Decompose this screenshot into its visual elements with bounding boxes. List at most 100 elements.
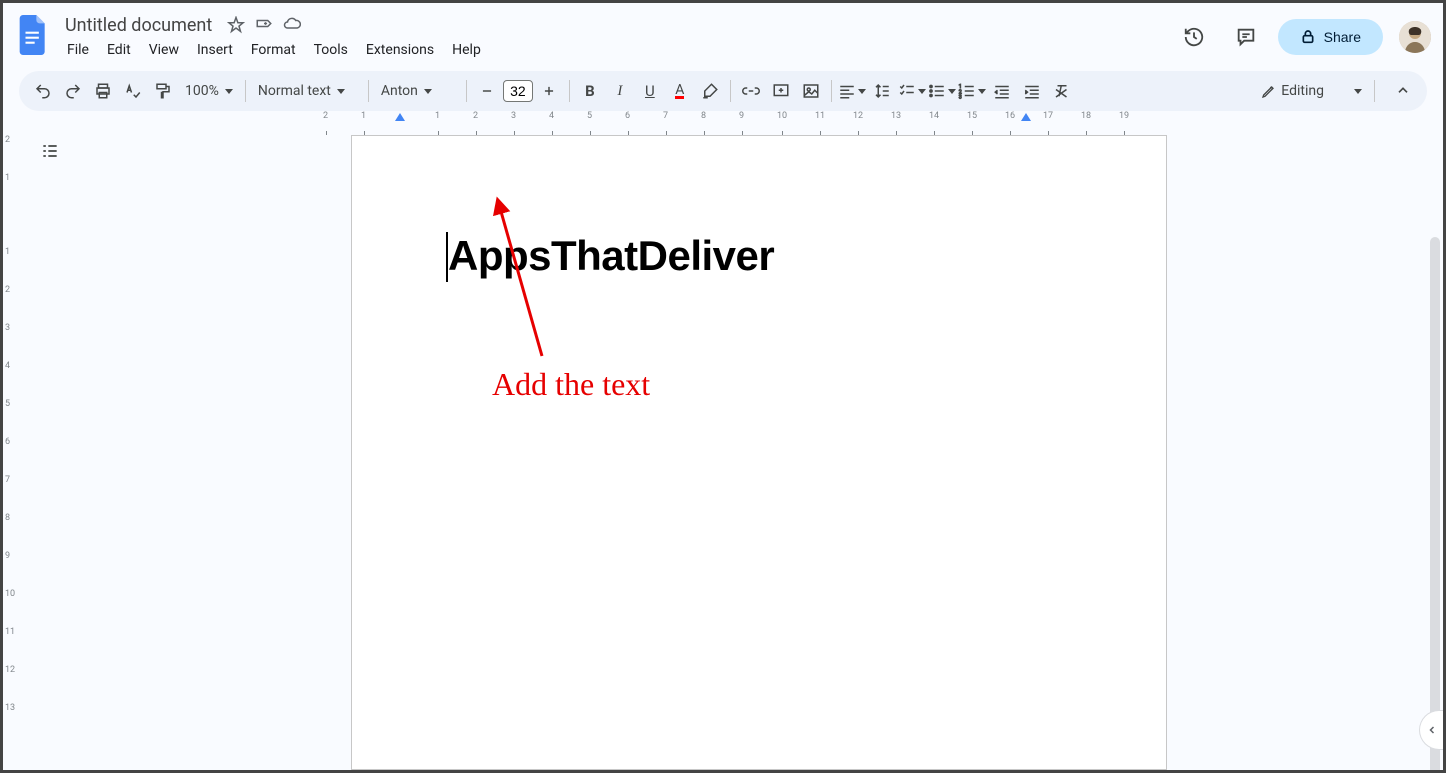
app-root: Untitled document File Edit View Insert … [3,3,1443,770]
caret-down-icon [918,89,926,94]
vertical-ruler[interactable]: 2 1 1 2 3 4 5 6 7 8 9 10 11 12 13 [3,127,25,770]
horizontal-ruler[interactable]: 2 1 1 2 3 4 5 6 7 8 9 10 11 12 13 14 15 … [3,111,1443,127]
menu-extensions[interactable]: Extensions [358,38,442,62]
ruler-tick: 11 [5,627,15,637]
ruler-tick: 7 [663,111,668,121]
header: Untitled document File Edit View Insert … [3,3,1443,63]
ruler-tick: 10 [777,111,787,121]
svg-text:3: 3 [959,95,962,101]
move-icon[interactable] [254,15,274,35]
ruler-tick: 12 [5,665,15,675]
ruler-tick: 2 [323,111,328,121]
numbered-list-button[interactable]: 123 [958,77,986,105]
ruler-tick: 13 [5,703,15,713]
comments-icon[interactable] [1226,17,1266,57]
insert-comment-button[interactable] [767,77,795,105]
italic-button[interactable]: I [606,77,634,105]
menu-insert[interactable]: Insert [189,38,241,62]
share-button[interactable]: Share [1278,19,1383,55]
separator [569,80,570,102]
vertical-scrollbar[interactable] [1430,237,1440,770]
ruler-tick: 6 [625,111,630,121]
ruler-tick: 12 [853,111,863,121]
docs-logo[interactable] [15,17,51,53]
header-right: Share [1174,17,1431,57]
star-icon[interactable] [226,15,246,35]
bold-button[interactable]: B [576,77,604,105]
scrollbar-thumb[interactable] [1430,237,1440,770]
annotation-arrow [482,196,602,366]
caret-down-icon [858,89,866,94]
increase-font-button[interactable] [535,77,563,105]
font-size-input[interactable] [503,80,533,102]
left-gutter [25,127,75,770]
menu-view[interactable]: View [141,38,187,62]
ruler-right-marker[interactable] [1021,113,1031,121]
ruler-tick: 2 [5,135,10,145]
paint-format-button[interactable] [149,77,177,105]
user-avatar[interactable] [1399,21,1431,53]
increase-indent-button[interactable] [1018,77,1046,105]
ruler-tick: 1 [435,111,440,121]
font-dropdown[interactable]: Anton [375,79,460,103]
line-spacing-button[interactable] [868,77,896,105]
print-button[interactable] [89,77,117,105]
document-heading: AppsThatDeliver [448,232,774,279]
separator [1374,80,1375,102]
ruler-indent-marker[interactable] [395,113,405,121]
caret-down-icon [1354,89,1362,94]
align-button[interactable] [838,77,866,105]
menu-bar: File Edit View Insert Format Tools Exten… [59,38,1174,62]
caret-down-icon [948,89,956,94]
document-text-content[interactable]: AppsThatDeliver [448,232,1070,280]
redo-button[interactable] [59,77,87,105]
ruler-tick: 2 [473,111,478,121]
highlight-button[interactable] [696,77,724,105]
separator [831,80,832,102]
caret-down-icon [337,89,345,94]
menu-edit[interactable]: Edit [99,38,139,62]
title-area: Untitled document File Edit View Insert … [59,13,1174,62]
document-page[interactable]: AppsThatDeliver Add the text [351,135,1167,770]
menu-help[interactable]: Help [444,38,489,62]
underline-button[interactable]: U [636,77,664,105]
history-icon[interactable] [1174,17,1214,57]
editing-mode-value: Editing [1281,83,1324,99]
ruler-tick: 3 [5,323,10,333]
bullet-list-button[interactable] [928,77,956,105]
caret-down-icon [978,89,986,94]
cloud-status-icon[interactable] [282,15,302,35]
menu-file[interactable]: File [59,38,97,62]
clear-formatting-button[interactable] [1048,77,1076,105]
ruler-tick: 4 [5,361,10,371]
toolbar-collapse-button[interactable] [1389,77,1417,105]
editing-mode-dropdown[interactable]: Editing [1255,79,1368,103]
zoom-dropdown[interactable]: 100% [179,79,239,103]
checklist-button[interactable] [898,77,926,105]
ruler-tick: 8 [5,513,10,523]
separator [466,80,467,102]
insert-image-button[interactable] [797,77,825,105]
menu-format[interactable]: Format [243,38,304,62]
ruler-tick: 9 [5,551,10,561]
ruler-tick: 3 [511,111,516,121]
ruler-tick: 1 [361,111,366,121]
style-dropdown[interactable]: Normal text [252,79,362,103]
font-size-control [473,77,563,105]
spellcheck-button[interactable] [119,77,147,105]
text-color-button[interactable]: A [666,77,694,105]
menu-tools[interactable]: Tools [306,38,356,62]
workspace: 2 1 1 2 3 4 5 6 7 8 9 10 11 12 13 [3,127,1443,770]
separator [368,80,369,102]
ruler-tick: 1 [5,247,10,257]
undo-button[interactable] [29,77,57,105]
ruler-tick: 16 [1005,111,1015,121]
zoom-value: 100% [185,83,219,99]
document-title[interactable]: Untitled document [59,13,218,38]
page-container: AppsThatDeliver Add the text [75,127,1443,770]
decrease-font-button[interactable] [473,77,501,105]
decrease-indent-button[interactable] [988,77,1016,105]
ruler-tick: 10 [5,589,15,599]
outline-button[interactable] [36,137,64,165]
insert-link-button[interactable] [737,77,765,105]
